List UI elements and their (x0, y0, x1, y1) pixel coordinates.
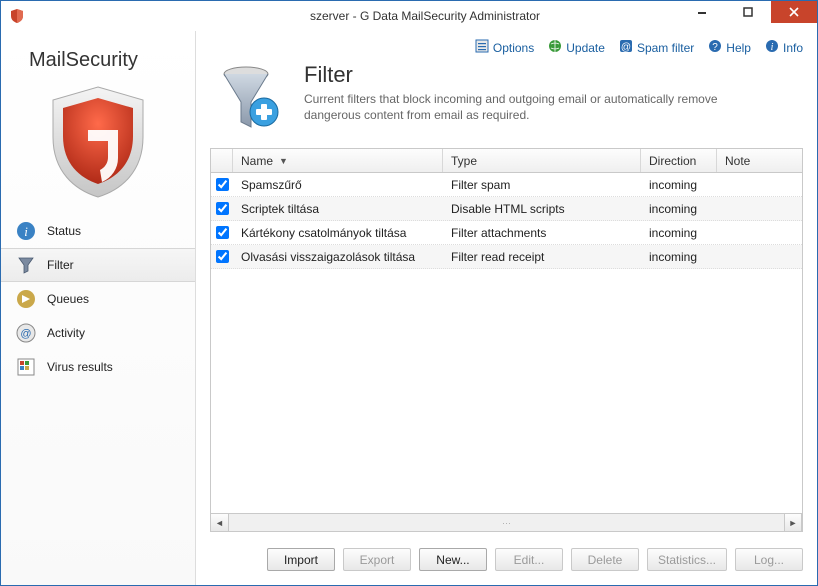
shield-logo (1, 78, 195, 214)
svg-text:i: i (24, 224, 28, 239)
sidebar-item-queues[interactable]: Queues (1, 282, 195, 316)
horizontal-scrollbar[interactable]: ◄ ··· ► (211, 513, 802, 531)
import-button[interactable]: Import (267, 548, 335, 571)
svg-text:@: @ (20, 328, 31, 340)
table-row[interactable]: Olvasási visszaigazolások tiltásaFilter … (211, 245, 802, 269)
col-name[interactable]: Name▼ (233, 149, 443, 172)
sidebar-item-label: Filter (47, 258, 74, 272)
row-checkbox[interactable] (216, 202, 229, 215)
row-type: Filter spam (443, 178, 641, 192)
export-button[interactable]: Export (343, 548, 411, 571)
row-type: Filter attachments (443, 226, 641, 240)
table-row[interactable]: SpamszűrőFilter spamincoming (211, 173, 802, 197)
row-type: Disable HTML scripts (443, 202, 641, 216)
table-row[interactable]: Scriptek tiltásaDisable HTML scriptsinco… (211, 197, 802, 221)
row-direction: incoming (641, 226, 717, 240)
col-note[interactable]: Note (717, 149, 802, 172)
maximize-button[interactable] (725, 1, 771, 23)
help-icon: ? (708, 39, 722, 56)
minimize-button[interactable] (679, 1, 725, 23)
app-window: szerver - G Data MailSecurity Administra… (0, 0, 818, 586)
toolbar-options[interactable]: Options (475, 39, 534, 56)
row-direction: incoming (641, 250, 717, 264)
content-pane: Options Update @Spam filter ?Help iInfo (196, 31, 817, 585)
info-icon: i (765, 39, 779, 56)
statistics-button[interactable]: Statistics... (647, 548, 727, 571)
page-header: Filter Current filters that block incomi… (196, 60, 817, 148)
toolbar-spamfilter[interactable]: @Spam filter (619, 39, 694, 56)
info-icon: i (15, 220, 37, 242)
close-button[interactable] (771, 1, 817, 23)
row-direction: incoming (641, 202, 717, 216)
row-checkbox-cell (211, 178, 233, 191)
sidebar: MailSecurity i Status (1, 31, 196, 585)
row-checkbox-cell (211, 250, 233, 263)
globe-icon (548, 39, 562, 56)
table-row[interactable]: Kártékony csatolmányok tiltásaFilter att… (211, 221, 802, 245)
app-icon (9, 8, 25, 24)
row-name: Scriptek tiltása (233, 202, 443, 216)
toolbar-info[interactable]: iInfo (765, 39, 803, 56)
sidebar-item-label: Virus results (47, 360, 113, 374)
row-direction: incoming (641, 178, 717, 192)
col-type[interactable]: Type (443, 149, 641, 172)
filter-table: Name▼ Type Direction Note SpamszűrőFilte… (210, 148, 803, 532)
sidebar-item-filter[interactable]: Filter (1, 248, 195, 282)
toolbar-help[interactable]: ?Help (708, 39, 751, 56)
sidebar-item-activity[interactable]: @ Activity (1, 316, 195, 350)
scroll-track[interactable]: ··· (229, 514, 784, 531)
brand-title: MailSecurity (29, 49, 179, 72)
new-button[interactable]: New... (419, 548, 487, 571)
table-body: SpamszűrőFilter spamincomingScriptek til… (211, 173, 802, 513)
table-header: Name▼ Type Direction Note (211, 149, 802, 173)
at-icon: @ (619, 39, 633, 56)
delete-button[interactable]: Delete (571, 548, 639, 571)
row-checkbox[interactable] (216, 250, 229, 263)
svg-text:i: i (771, 42, 774, 53)
grid-icon (15, 356, 37, 378)
svg-text:@: @ (621, 42, 631, 53)
sidebar-item-label: Activity (47, 326, 85, 340)
activity-icon: @ (15, 322, 37, 344)
sidebar-item-status[interactable]: i Status (1, 214, 195, 248)
top-toolbar: Options Update @Spam filter ?Help iInfo (196, 31, 817, 60)
queue-icon (15, 288, 37, 310)
sidebar-item-virus-results[interactable]: Virus results (1, 350, 195, 384)
sidebar-item-label: Status (47, 224, 81, 238)
sidebar-item-label: Queues (47, 292, 89, 306)
brand: MailSecurity (1, 31, 195, 78)
scroll-right-button[interactable]: ► (784, 514, 802, 531)
row-checkbox-cell (211, 202, 233, 215)
funnel-icon (15, 254, 37, 276)
svg-text:?: ? (713, 42, 719, 53)
row-type: Filter read receipt (443, 250, 641, 264)
filter-add-icon (214, 62, 286, 134)
window-controls (679, 1, 817, 23)
col-direction[interactable]: Direction (641, 149, 717, 172)
sidebar-nav: i Status Filter Queues @ Activity V (1, 214, 195, 384)
page-description: Current filters that block incoming and … (304, 91, 774, 123)
log-button[interactable]: Log... (735, 548, 803, 571)
page-title: Filter (304, 62, 774, 88)
row-name: Olvasási visszaigazolások tiltása (233, 250, 443, 264)
edit-button[interactable]: Edit... (495, 548, 563, 571)
row-name: Spamszűrő (233, 178, 443, 192)
titlebar: szerver - G Data MailSecurity Administra… (1, 1, 817, 31)
row-name: Kártékony csatolmányok tiltása (233, 226, 443, 240)
col-checkbox[interactable] (211, 149, 233, 172)
row-checkbox[interactable] (216, 226, 229, 239)
options-icon (475, 39, 489, 56)
sort-desc-icon: ▼ (279, 156, 288, 166)
scroll-left-button[interactable]: ◄ (211, 514, 229, 531)
row-checkbox[interactable] (216, 178, 229, 191)
row-checkbox-cell (211, 226, 233, 239)
action-buttons: Import Export New... Edit... Delete Stat… (196, 534, 817, 585)
toolbar-update[interactable]: Update (548, 39, 605, 56)
